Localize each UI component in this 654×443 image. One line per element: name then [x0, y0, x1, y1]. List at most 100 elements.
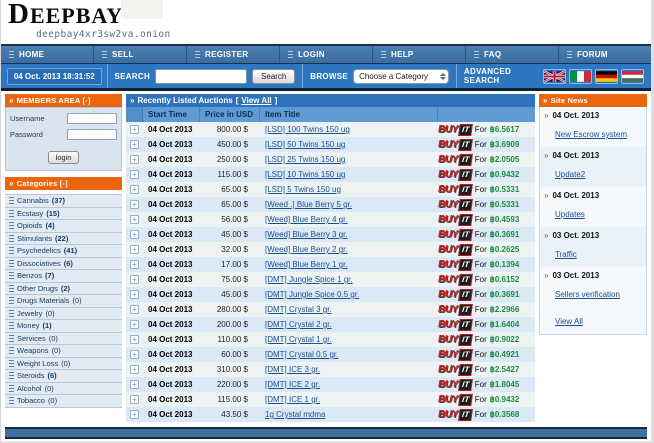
expand-icon[interactable]: +: [130, 185, 139, 194]
auction-item-link[interactable]: [Weed] Blue Berry 2 gr.: [265, 245, 348, 254]
auction-item-link[interactable]: [DMT] ICE 1 gr.: [265, 395, 320, 404]
buy-it-now-button[interactable]: BUYIT: [438, 229, 472, 241]
expand-icon[interactable]: +: [130, 410, 139, 419]
expand-icon[interactable]: +: [130, 170, 139, 179]
password-field[interactable]: [67, 129, 117, 140]
nav-item[interactable]: HELP: [373, 46, 466, 63]
category-select[interactable]: Choose a Category: [353, 69, 449, 84]
sidebar-category-item[interactable]: Services (0): [5, 333, 122, 346]
sidebar-category-item[interactable]: Jewelry (0): [5, 308, 122, 321]
auction-item-link[interactable]: 1g Crystal mdma: [265, 410, 325, 419]
news-link[interactable]: New Escrow system: [555, 130, 627, 139]
search-input[interactable]: [155, 69, 247, 84]
buy-it-now-button[interactable]: BUYIT: [438, 169, 472, 181]
expand-icon[interactable]: +: [130, 200, 139, 209]
buy-it-now-button[interactable]: BUYIT: [438, 124, 472, 136]
expand-icon[interactable]: +: [130, 245, 139, 254]
auction-item-link[interactable]: [LSD] 50 Twins 150 ug: [265, 140, 345, 149]
expand-icon[interactable]: +: [130, 350, 139, 359]
buy-it-now-button[interactable]: BUYIT: [438, 184, 472, 196]
nav-item[interactable]: SELL: [94, 46, 187, 63]
sidebar-category-item[interactable]: Psychedelics (41): [5, 245, 122, 258]
buy-it-now-button[interactable]: BUYIT: [438, 364, 472, 376]
auction-item-link[interactable]: [LSD] 25 Twins 150 ug: [265, 155, 345, 164]
sidebar-category-item[interactable]: Alcohol (0): [5, 383, 122, 396]
expand-icon[interactable]: +: [130, 275, 139, 284]
sidebar-category-item[interactable]: Drugs Materials (0): [5, 295, 122, 308]
nav-item[interactable]: FAQ: [466, 46, 559, 63]
expand-icon[interactable]: +: [130, 125, 139, 134]
sidebar-category-item[interactable]: Tobacco (0): [5, 395, 122, 408]
news-link[interactable]: Updates: [555, 210, 585, 219]
buy-it-now-button[interactable]: BUYIT: [438, 379, 472, 391]
expand-icon[interactable]: +: [130, 380, 139, 389]
expand-icon[interactable]: +: [130, 155, 139, 164]
auction-item-link[interactable]: [LSD] 10 Twins 150 ug: [265, 170, 345, 179]
expand-icon[interactable]: +: [130, 365, 139, 374]
buy-it-now-button[interactable]: BUYIT: [438, 244, 472, 256]
flag-uk-icon[interactable]: [544, 70, 565, 83]
buy-it-now-button[interactable]: BUYIT: [438, 289, 472, 301]
sidebar-category-item[interactable]: Opioids (4): [5, 220, 122, 233]
auction-item-link[interactable]: [DMT] Crystal 0.5 gr.: [265, 350, 338, 359]
buy-it-now-button[interactable]: BUYIT: [438, 199, 472, 211]
news-link[interactable]: Traffic: [555, 250, 577, 259]
flag-italy-icon[interactable]: [570, 70, 591, 83]
news-link[interactable]: Sellers verification: [555, 290, 620, 299]
nav-item[interactable]: HOME: [1, 46, 94, 63]
auction-item-link[interactable]: [DMT] Crystal 1 gr.: [265, 335, 332, 344]
expand-icon[interactable]: +: [130, 140, 139, 149]
nav-item[interactable]: REGISTER: [187, 46, 280, 63]
auction-item-link[interactable]: [Weed] Blue Berry 4 gr.: [265, 215, 348, 224]
sidebar-category-item[interactable]: Dissociatives (6): [5, 258, 122, 271]
buy-it-now-button[interactable]: BUYIT: [438, 154, 472, 166]
auction-item-link[interactable]: [DMT] Jungle Spice 0.5 gr.: [265, 290, 359, 299]
buy-it-now-button[interactable]: BUYIT: [438, 334, 472, 346]
auction-item-link[interactable]: [DMT] ICE 3 gr.: [265, 365, 320, 374]
sidebar-category-item[interactable]: Weapons (0): [5, 345, 122, 358]
site-logo[interactable]: DEEPBAY: [8, 1, 651, 32]
sidebar-category-item[interactable]: Benzos (7): [5, 270, 122, 283]
buy-it-now-button[interactable]: BUYIT: [438, 304, 472, 316]
news-view-all-link[interactable]: View All: [555, 317, 583, 326]
sidebar-category-item[interactable]: Ecstasy (15): [5, 208, 122, 221]
buy-it-now-button[interactable]: BUYIT: [438, 409, 472, 421]
auction-item-link[interactable]: [Weed .] Blue Berry 5 gr.: [265, 200, 352, 209]
auction-item-link[interactable]: [DMT] Crystal 2 gr.: [265, 320, 332, 329]
news-link[interactable]: Update2: [555, 170, 585, 179]
expand-icon[interactable]: +: [130, 215, 139, 224]
nav-item[interactable]: FORUM: [559, 46, 651, 63]
nav-item[interactable]: LOGIN: [280, 46, 373, 63]
expand-icon[interactable]: +: [130, 395, 139, 404]
expand-icon[interactable]: +: [130, 305, 139, 314]
expand-icon[interactable]: +: [130, 230, 139, 239]
auction-item-link[interactable]: [LSD] 100 Twins 150 ug: [265, 125, 350, 134]
buy-it-now-button[interactable]: BUYIT: [438, 394, 472, 406]
sidebar-category-item[interactable]: Other Drugs (2): [5, 283, 122, 296]
auction-item-link[interactable]: [DMT] Crystal 3 gr.: [265, 305, 332, 314]
sidebar-category-item[interactable]: Weight Loss (0): [5, 358, 122, 371]
login-button[interactable]: login: [48, 151, 80, 164]
search-button[interactable]: Search: [252, 69, 295, 84]
sidebar-category-item[interactable]: Stimulants (22): [5, 233, 122, 246]
expand-icon[interactable]: +: [130, 290, 139, 299]
flag-germany-icon[interactable]: [596, 70, 617, 83]
advanced-search-link[interactable]: ADVANCED SEARCH: [464, 67, 537, 85]
sidebar-category-item[interactable]: Money (1): [5, 320, 122, 333]
buy-it-now-button[interactable]: BUYIT: [438, 259, 472, 271]
buy-it-now-button[interactable]: BUYIT: [438, 274, 472, 286]
expand-icon[interactable]: +: [130, 320, 139, 329]
username-field[interactable]: [67, 113, 117, 124]
buy-it-now-button[interactable]: BUYIT: [438, 139, 472, 151]
buy-it-now-button[interactable]: BUYIT: [438, 349, 472, 361]
auction-item-link[interactable]: [Weed] Blue Berry 3 gr.: [265, 230, 348, 239]
flag-hungary-icon[interactable]: [622, 70, 643, 83]
expand-icon[interactable]: +: [130, 260, 139, 269]
buy-it-now-button[interactable]: BUYIT: [438, 319, 472, 331]
auction-item-link[interactable]: [DMT] Jungle Spice 1 gr.: [265, 275, 353, 284]
expand-icon[interactable]: +: [130, 335, 139, 344]
sidebar-category-item[interactable]: Cannabis (37): [5, 195, 122, 208]
auction-item-link[interactable]: [DMT] ICE 2 gr.: [265, 380, 320, 389]
sidebar-category-item[interactable]: Steroids (6): [5, 370, 122, 383]
buy-it-now-button[interactable]: BUYIT: [438, 214, 472, 226]
